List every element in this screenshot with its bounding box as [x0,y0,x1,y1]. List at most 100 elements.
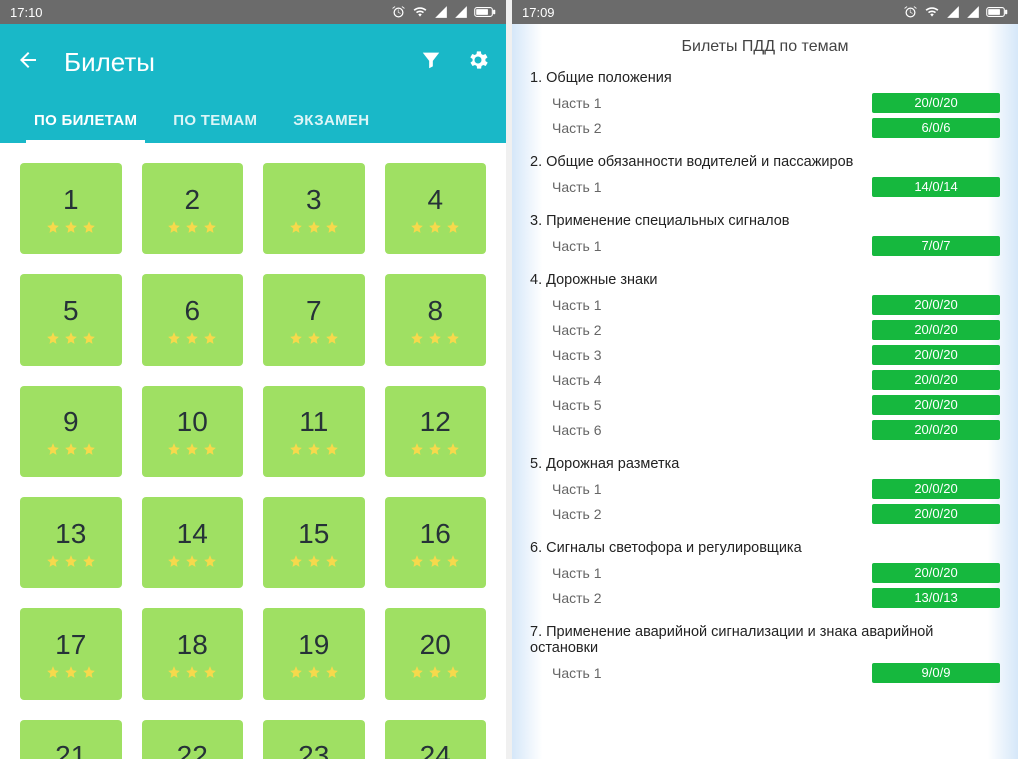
star-icon [185,442,199,456]
part-row[interactable]: Часть 320/0/20 [530,342,1000,367]
ticket-tile[interactable]: 17 [20,608,122,699]
part-label: Часть 1 [530,179,872,195]
ticket-tile[interactable]: 10 [142,386,244,477]
topic-heading[interactable]: 7. Применение аварийной сигнализации и з… [530,624,1000,656]
star-icon [167,554,181,568]
part-row[interactable]: Часть 213/0/13 [530,585,1000,610]
stars [46,220,96,234]
part-label: Часть 2 [530,590,872,606]
tab-0[interactable]: ПО БИЛЕТАМ [16,98,155,143]
ticket-tile[interactable]: 24 [385,720,487,759]
star-icon [46,665,60,679]
ticket-tile[interactable]: 6 [142,274,244,365]
filter-button[interactable] [420,49,442,76]
part-score-badge: 20/0/20 [872,370,1000,390]
ticket-tile[interactable]: 4 [385,163,487,254]
tab-1[interactable]: ПО ТЕМАМ [155,98,275,143]
part-row[interactable]: Часть 620/0/20 [530,417,1000,442]
ticket-number: 15 [298,518,329,550]
star-icon [185,331,199,345]
left-screen: 17:10 Билеты ПО БИЛЕТАМПО ТЕМАМЭКЗАМЕН 1… [0,0,506,759]
part-row[interactable]: Часть 220/0/20 [530,317,1000,342]
status-bar: 17:09 [512,0,1018,24]
ticket-number: 19 [298,629,329,661]
stars [289,554,339,568]
part-row[interactable]: Часть 120/0/20 [530,292,1000,317]
ticket-tile[interactable]: 9 [20,386,122,477]
back-button[interactable] [16,48,40,77]
part-label: Часть 2 [530,120,872,136]
part-row[interactable]: Часть 520/0/20 [530,392,1000,417]
stars [46,442,96,456]
part-score-badge: 20/0/20 [872,295,1000,315]
ticket-tile[interactable]: 15 [263,497,365,588]
ticket-tile[interactable]: 2 [142,163,244,254]
ticket-tile[interactable]: 13 [20,497,122,588]
ticket-tile[interactable]: 22 [142,720,244,759]
star-icon [203,442,217,456]
ticket-tile[interactable]: 1 [20,163,122,254]
stars [167,331,217,345]
topic-heading[interactable]: 5. Дорожная разметка [530,456,1000,472]
part-score-badge: 9/0/9 [872,663,1000,683]
part-score-badge: 20/0/20 [872,93,1000,113]
star-icon [428,442,442,456]
topics-list[interactable]: Билеты ПДД по темам 1. Общие положенияЧа… [512,24,1018,759]
stars [167,665,217,679]
part-row[interactable]: Часть 120/0/20 [530,560,1000,585]
star-icon [82,442,96,456]
ticket-tile[interactable]: 7 [263,274,365,365]
ticket-number: 1 [63,184,79,216]
topic-heading[interactable]: 6. Сигналы светофора и регулировщика [530,540,1000,556]
part-row[interactable]: Часть 120/0/20 [530,90,1000,115]
part-row[interactable]: Часть 120/0/20 [530,476,1000,501]
settings-button[interactable] [466,48,490,77]
topic-block: 7. Применение аварийной сигнализации и з… [530,624,1000,685]
part-row[interactable]: Часть 19/0/9 [530,660,1000,685]
ticket-tile[interactable]: 3 [263,163,365,254]
ticket-tile[interactable]: 20 [385,608,487,699]
ticket-tile[interactable]: 18 [142,608,244,699]
star-icon [446,665,460,679]
star-icon [307,665,321,679]
stars [410,665,460,679]
status-time: 17:10 [10,5,391,20]
ticket-tile[interactable]: 8 [385,274,487,365]
star-icon [203,331,217,345]
part-label: Часть 1 [530,238,872,254]
topic-heading[interactable]: 3. Применение специальных сигналов [530,213,1000,229]
part-row[interactable]: Часть 114/0/14 [530,174,1000,199]
star-icon [410,554,424,568]
signal-icon [966,5,980,19]
topic-heading[interactable]: 2. Общие обязанности водителей и пассажи… [530,154,1000,170]
part-score-badge: 20/0/20 [872,479,1000,499]
part-row[interactable]: Часть 220/0/20 [530,501,1000,526]
part-row[interactable]: Часть 17/0/7 [530,233,1000,258]
ticket-number: 9 [63,406,79,438]
star-icon [64,442,78,456]
part-row[interactable]: Часть 26/0/6 [530,115,1000,140]
ticket-tile[interactable]: 12 [385,386,487,477]
ticket-tile[interactable]: 11 [263,386,365,477]
ticket-tile[interactable]: 14 [142,497,244,588]
ticket-tile[interactable]: 16 [385,497,487,588]
star-icon [410,442,424,456]
ticket-list[interactable]: 123456789101112131415161718192021222324 [0,143,506,759]
star-icon [64,220,78,234]
stars [289,331,339,345]
star-icon [325,331,339,345]
topic-block: 2. Общие обязанности водителей и пассажи… [530,154,1000,199]
ticket-tile[interactable]: 21 [20,720,122,759]
tab-2[interactable]: ЭКЗАМЕН [275,98,387,143]
topic-heading[interactable]: 1. Общие положения [530,70,1000,86]
ticket-tile[interactable]: 19 [263,608,365,699]
ticket-tile[interactable]: 5 [20,274,122,365]
signal-icon [454,5,468,19]
page-title: Билеты [64,47,396,78]
part-label: Часть 4 [530,372,872,388]
stars [167,220,217,234]
topic-heading[interactable]: 4. Дорожные знаки [530,272,1000,288]
part-row[interactable]: Часть 420/0/20 [530,367,1000,392]
part-label: Часть 1 [530,665,872,681]
ticket-tile[interactable]: 23 [263,720,365,759]
